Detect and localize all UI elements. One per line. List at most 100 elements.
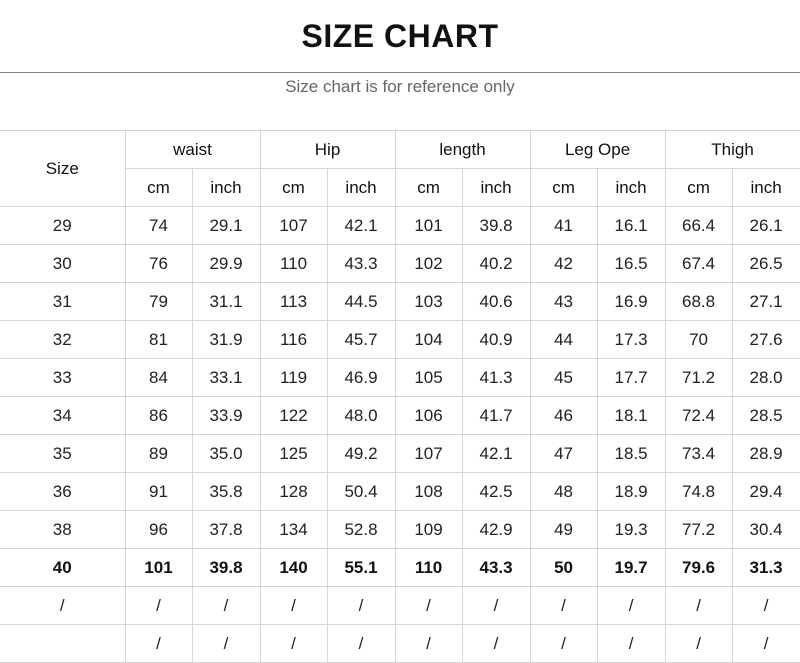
measurement-cell: 42	[529, 244, 598, 283]
size-column-header: Size	[0, 130, 126, 207]
measurement-cell: 31.3	[731, 548, 800, 587]
measurement-cell: /	[664, 586, 733, 625]
measurement-cell: 125	[259, 434, 328, 473]
measurement-cell: 140	[259, 548, 328, 587]
measurement-cell: 122	[259, 396, 328, 435]
measurement-cell: 41.3	[461, 358, 531, 397]
unit-header-inch: inch	[461, 168, 531, 207]
measurement-cell: 39.8	[461, 206, 531, 245]
measurement-cell: 18.5	[596, 434, 666, 473]
page-subtitle: Size chart is for reference only	[285, 77, 515, 96]
size-cell: 38	[0, 510, 126, 549]
measurement-cell: 50.4	[326, 472, 396, 511]
measurement-cell: /	[596, 586, 666, 625]
unit-header-cm: cm	[394, 168, 463, 207]
unit-header-cm: cm	[529, 168, 598, 207]
size-cell: 36	[0, 472, 126, 511]
measurement-cell: 26.5	[731, 244, 800, 283]
measurement-cell: 48.0	[326, 396, 396, 435]
measurement-cell: 86	[124, 396, 193, 435]
measurement-cell: 40.9	[461, 320, 531, 359]
measurement-cell: 16.1	[596, 206, 666, 245]
measurement-cell: 89	[124, 434, 193, 473]
measurement-cell: 28.5	[731, 396, 800, 435]
measurement-cell: 45	[529, 358, 598, 397]
table-row: 32 81 31.9 116 45.7 104 40.9 44 17.3 70 27.6	[0, 320, 800, 359]
table-row: 29 74 29.1 107 42.1 101 39.8 41 16.1 66.4 26.1	[0, 206, 800, 245]
measurement-cell: 104	[394, 320, 463, 359]
measurement-cell: 79	[124, 282, 193, 321]
measurement-cell: 101	[124, 548, 193, 587]
measurement-cell: 43	[529, 282, 598, 321]
title-divider	[0, 72, 800, 73]
measurement-cell: 46	[529, 396, 598, 435]
measurement-cell: 40.6	[461, 282, 531, 321]
measurement-cell: 110	[394, 548, 463, 587]
measurement-cell: 26.1	[731, 206, 800, 245]
size-cell: 30	[0, 244, 126, 283]
table-row: / / / / / / / / / / /	[0, 586, 800, 625]
size-cell: 40	[0, 548, 126, 587]
measurement-cell: 55.1	[326, 548, 396, 587]
measurement-cell: 81	[124, 320, 193, 359]
measurement-cell: 77.2	[664, 510, 733, 549]
measurement-cell: 29.4	[731, 472, 800, 511]
measurement-cell: 18.9	[596, 472, 666, 511]
measurement-cell: 35.8	[191, 472, 261, 511]
measurement-cell: 44.5	[326, 282, 396, 321]
measurement-cell: 27.6	[731, 320, 800, 359]
measurement-cell: 17.3	[596, 320, 666, 359]
size-cell: 31	[0, 282, 126, 321]
measurement-cell: 31.9	[191, 320, 261, 359]
measurement-cell: /	[461, 586, 531, 625]
measurement-cell: 42.5	[461, 472, 531, 511]
measurement-cell: 116	[259, 320, 328, 359]
size-cell: 35	[0, 434, 126, 473]
measurement-cell: 128	[259, 472, 328, 511]
unit-header-inch: inch	[731, 168, 800, 207]
measurement-cell: 49.2	[326, 434, 396, 473]
measurement-cell: 105	[394, 358, 463, 397]
measurement-cell: 108	[394, 472, 463, 511]
measurement-cell: 134	[259, 510, 328, 549]
measurement-cell: 76	[124, 244, 193, 283]
unit-header-inch: inch	[191, 168, 261, 207]
measurement-cell: 35.0	[191, 434, 261, 473]
size-cell: /	[0, 586, 126, 625]
measurement-cell: 74	[124, 206, 193, 245]
measurement-cell: 49	[529, 510, 598, 549]
unit-header-inch: inch	[596, 168, 666, 207]
measurement-cell: 19.7	[596, 548, 666, 587]
table-row: 40 101 39.8 140 55.1 110 43.3 50 19.7 79.6 31.3	[0, 548, 800, 587]
measurement-cell: /	[394, 586, 463, 625]
measurement-cell: 106	[394, 396, 463, 435]
measurement-cell: 47	[529, 434, 598, 473]
measurement-cell: 113	[259, 282, 328, 321]
measurement-cell: 71.2	[664, 358, 733, 397]
measurement-cell: 46.9	[326, 358, 396, 397]
measurement-cell: 103	[394, 282, 463, 321]
unit-header-cm: cm	[124, 168, 193, 207]
measurement-cell: 37.8	[191, 510, 261, 549]
size-chart-table: Size waist Hip length Leg Ope Thigh cm i…	[0, 130, 800, 663]
measurement-cell: /	[529, 586, 598, 625]
measurement-cell: 72.4	[664, 396, 733, 435]
table-row: 33 84 33.1 119 46.9 105 41.3 45 17.7 71.2 28.0	[0, 358, 800, 397]
measurement-cell: 31.1	[191, 282, 261, 321]
measurement-cell: 42.1	[461, 434, 531, 473]
measurement-cell: 67.4	[664, 244, 733, 283]
measurement-cell: 45.7	[326, 320, 396, 359]
measurement-cell: 109	[394, 510, 463, 549]
group-header-leg-opening: Leg Ope	[529, 130, 666, 169]
measurement-cell: 44	[529, 320, 598, 359]
measurement-cell: 19.3	[596, 510, 666, 549]
measurement-cell: 17.7	[596, 358, 666, 397]
measurement-cell: 50	[529, 548, 598, 587]
measurement-cell: 74.8	[664, 472, 733, 511]
measurement-cell: 91	[124, 472, 193, 511]
measurement-cell: 18.1	[596, 396, 666, 435]
measurement-cell: 68.8	[664, 282, 733, 321]
size-cell: 29	[0, 206, 126, 245]
measurement-cell: 27.1	[731, 282, 800, 321]
measurement-cell: 96	[124, 510, 193, 549]
